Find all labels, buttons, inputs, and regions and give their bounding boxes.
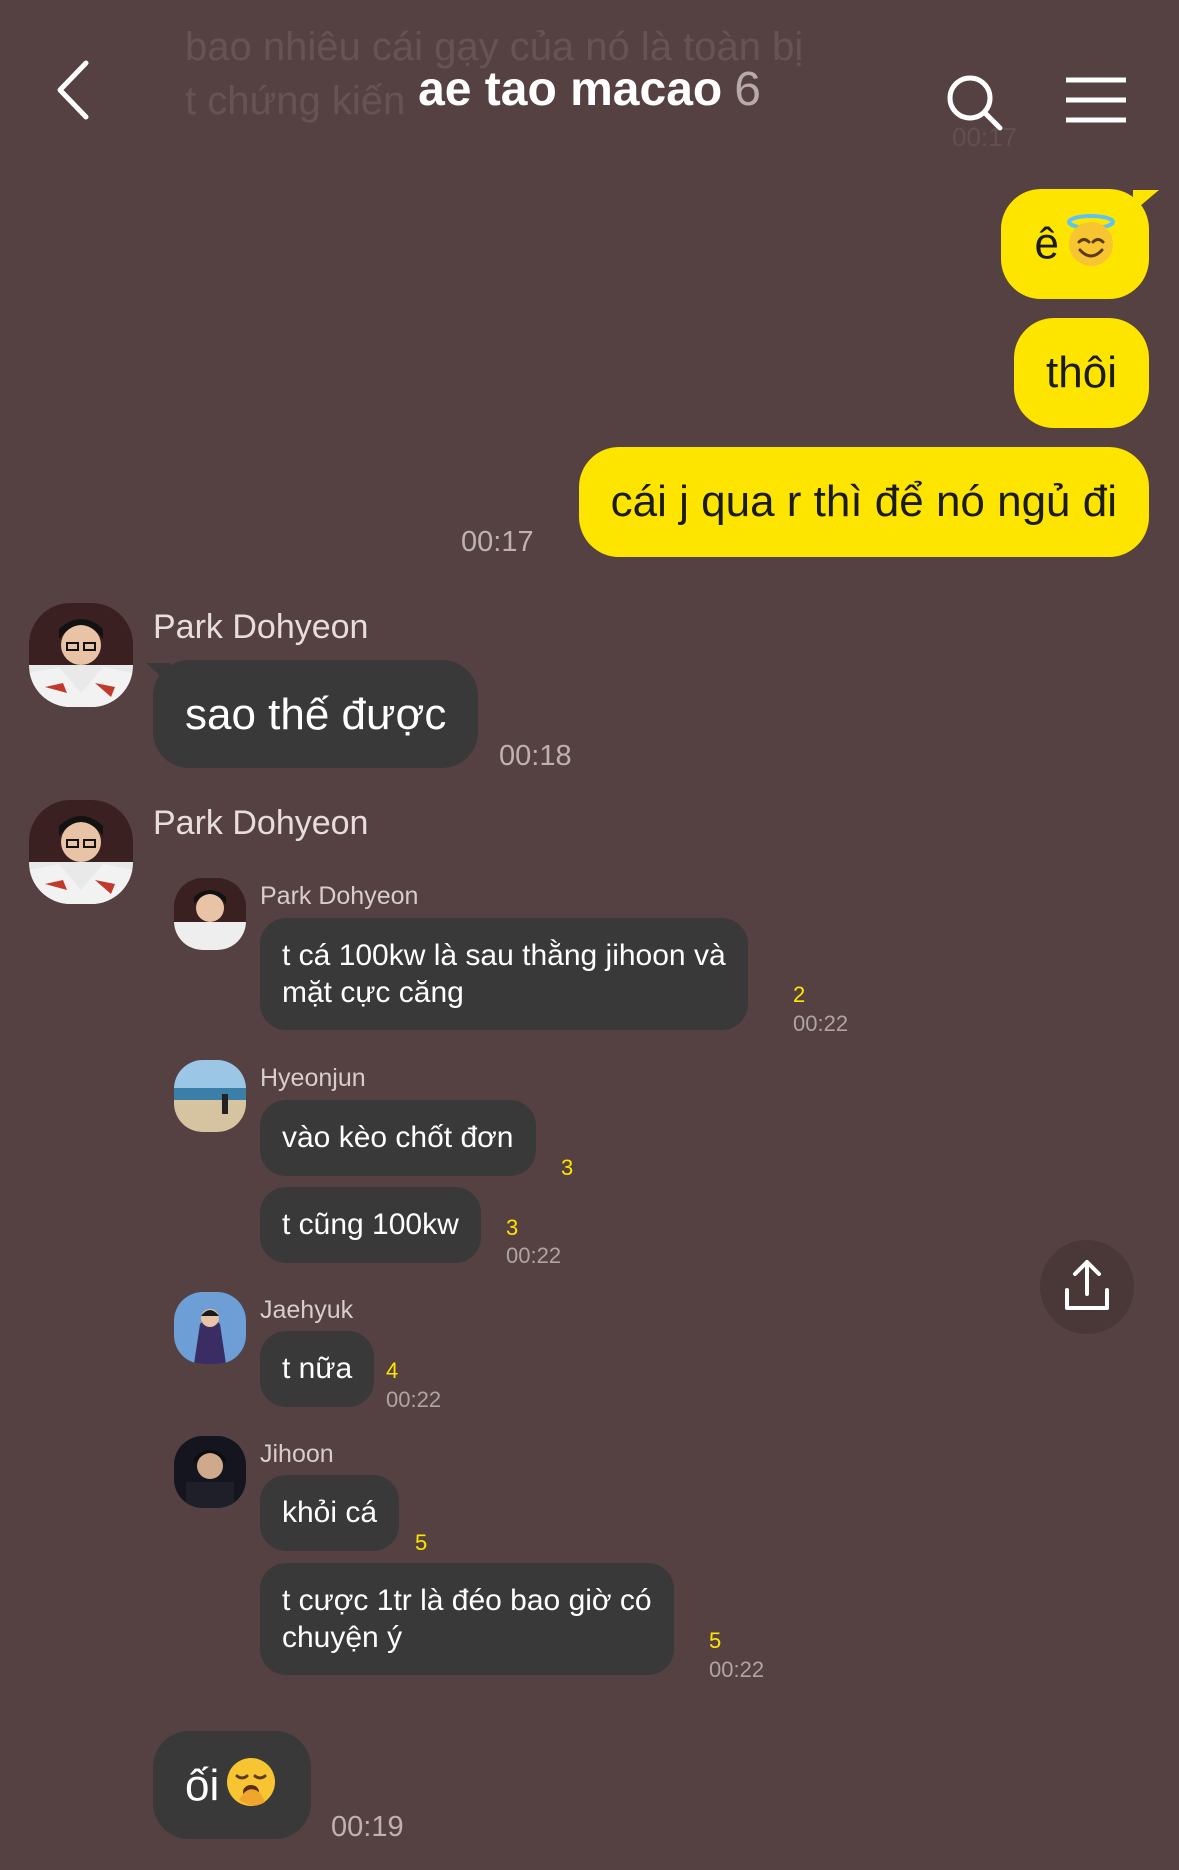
- message-bubble[interactable]: t cũng 100kw: [260, 1187, 481, 1263]
- message-bubble[interactable]: t nữa: [260, 1331, 375, 1407]
- search-icon[interactable]: [940, 68, 1010, 138]
- menu-icon[interactable]: [1062, 68, 1132, 138]
- avatar[interactable]: [174, 1292, 246, 1364]
- message-text: t cá 100kw là sau thằng jihoon và: [282, 939, 726, 972]
- avatar[interactable]: [174, 1436, 246, 1508]
- unread-count: 4: [386, 1358, 399, 1383]
- message-bubble[interactable]: t cá 100kw là sau thằng jihoon và mặt cự…: [260, 918, 748, 1030]
- avatar[interactable]: [29, 603, 133, 707]
- smiling-face-with-halo-icon: [1063, 199, 1119, 266]
- message-text: khỏi cá: [282, 1496, 378, 1529]
- message-text: cái j qua r thì để nó ngủ đi: [610, 477, 1117, 526]
- my-message-bubble[interactable]: thôi: [1014, 318, 1149, 428]
- message-time: 00:17: [461, 526, 534, 558]
- message-bubble[interactable]: vào kèo chốt đơn: [260, 1100, 536, 1176]
- message-text: t cũng 100kw: [282, 1208, 459, 1241]
- share-button[interactable]: [1040, 1240, 1134, 1334]
- unread-count: 5: [415, 1530, 428, 1555]
- unread-count: 2: [793, 982, 806, 1007]
- member-count: 6: [734, 63, 761, 116]
- share-icon: [1065, 1260, 1109, 1310]
- message-text: vào kèo chốt đơn: [282, 1121, 514, 1154]
- sender-name: Park Dohyeon: [153, 804, 369, 842]
- yawning-face-icon: [223, 1741, 279, 1806]
- message-bubble[interactable]: khỏi cá: [260, 1475, 400, 1551]
- message-time: 00:19: [331, 1811, 404, 1843]
- message-text: ối: [185, 1761, 220, 1810]
- sender-name: Hyeonjun: [260, 1064, 366, 1092]
- message-time: 00:22: [386, 1387, 442, 1412]
- avatar[interactable]: [174, 1060, 246, 1132]
- sender-name: Park Dohyeon: [153, 608, 369, 646]
- message-time: 00:22: [506, 1243, 562, 1268]
- sender-name: Jaehyuk: [260, 1296, 354, 1324]
- unread-count: 3: [561, 1155, 574, 1180]
- message-text: thôi: [1046, 348, 1117, 397]
- message-text: sao thế được: [185, 690, 447, 739]
- sender-name: Jihoon: [260, 1440, 334, 1468]
- message-time: 00:22: [709, 1657, 765, 1682]
- message-bubble[interactable]: sao thế được: [153, 660, 479, 768]
- message-text: chuyện ý: [282, 1621, 403, 1654]
- message-text: t nữa: [282, 1352, 353, 1385]
- message-text: t cược 1tr là đéo bao giờ có: [282, 1584, 652, 1617]
- avatar[interactable]: [174, 878, 246, 950]
- unread-count: 3: [506, 1215, 519, 1240]
- message-time: 00:18: [499, 740, 572, 772]
- chat-screen: bao nhiêu cái gạy của nó là toàn bị t ch…: [0, 0, 1179, 1870]
- message-time: 00:22: [793, 1011, 849, 1036]
- message-bubble[interactable]: t cược 1tr là đéo bao giờ có chuyện ý: [260, 1563, 674, 1675]
- message-text: mặt cực căng: [282, 976, 464, 1009]
- chat-header: bao nhiêu cái gạy của nó là toàn bị t ch…: [0, 0, 1179, 160]
- message-text: ê: [1034, 219, 1059, 268]
- sender-name: Park Dohyeon: [260, 882, 419, 910]
- chat-title-text: ae tao macao: [418, 63, 723, 116]
- my-message-bubble[interactable]: cái j qua r thì để nó ngủ đi: [578, 447, 1149, 557]
- unread-count: 5: [709, 1628, 722, 1653]
- avatar[interactable]: [29, 800, 133, 904]
- my-message-bubble[interactable]: ê: [1000, 189, 1149, 299]
- message-bubble[interactable]: ối: [153, 1731, 312, 1839]
